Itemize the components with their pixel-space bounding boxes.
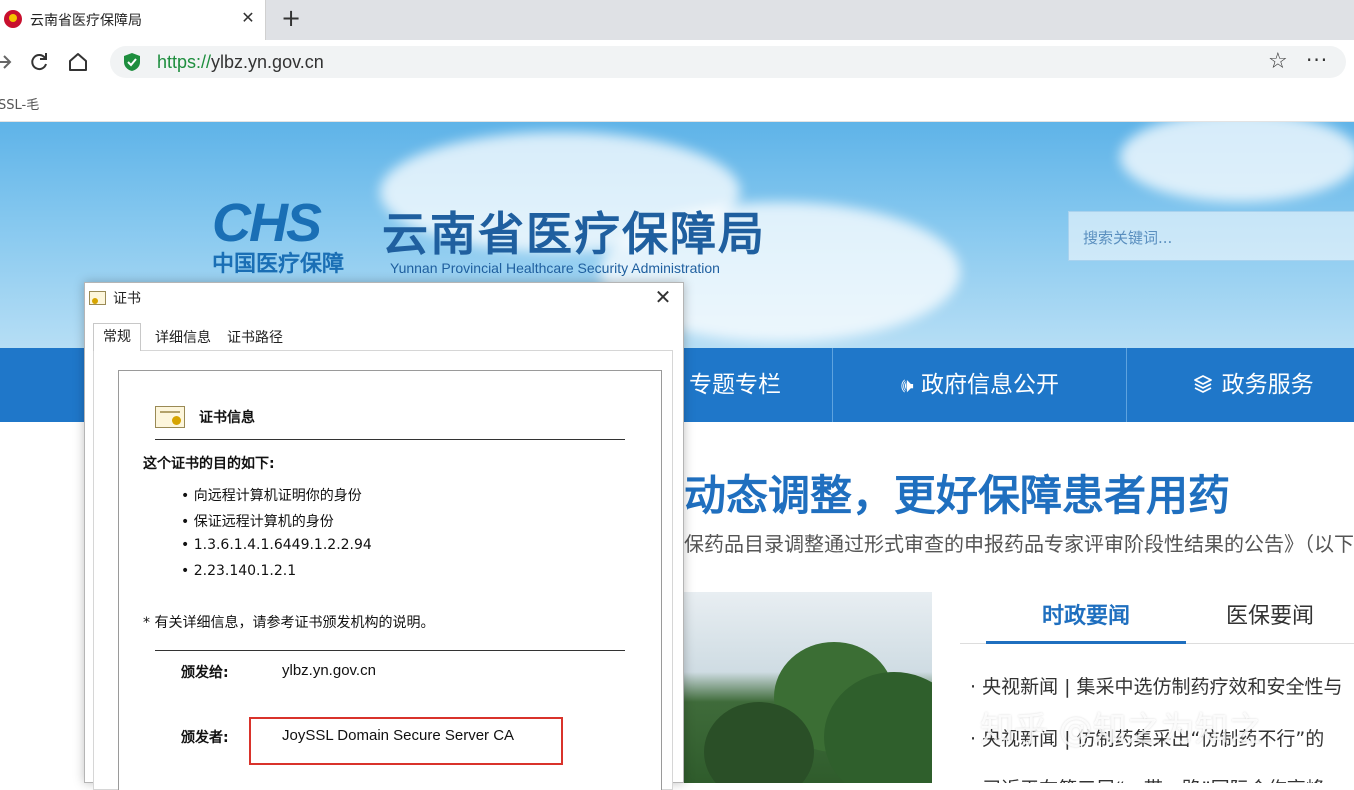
- certificate-icon: [155, 406, 185, 428]
- nav-item-label: 政府信息公开: [920, 372, 1059, 398]
- url-scheme: https://: [157, 52, 212, 72]
- issued-to-value: ylbz.yn.gov.cn: [282, 662, 376, 679]
- news-subheadline: 保药品目录调整通过形式审查的申报药品专家评审阶段性结果的公告》（以下: [684, 532, 1354, 556]
- divider: [155, 439, 625, 440]
- purpose-item: • 1.3.6.1.4.1.6449.1.2.2.94: [181, 537, 372, 553]
- address-url[interactable]: https://ylbz.yn.gov.cn: [157, 52, 324, 73]
- news-headline[interactable]: 动态调整，更好保障患者用药: [684, 462, 1230, 523]
- nav-item-gov-info[interactable]: 🕪 政府信息公开: [834, 348, 1126, 422]
- nav-divider: [832, 348, 833, 422]
- layers-icon: [1192, 372, 1221, 398]
- cloud-decoration: [1120, 122, 1354, 202]
- more-icon[interactable]: ···: [1306, 48, 1328, 72]
- cert-info-heading: 证书信息: [199, 410, 255, 426]
- browser-tab[interactable]: 云南省医疗保障局 ✕: [0, 0, 266, 40]
- shield-icon[interactable]: [122, 52, 142, 72]
- tab-details[interactable]: 详细信息: [151, 327, 215, 351]
- speaker-icon: 🕪: [901, 373, 914, 397]
- logo-cn-text: 中国医疗保障: [212, 252, 345, 277]
- dialog-title: 证书: [113, 291, 141, 307]
- news-photo[interactable]: [684, 592, 932, 783]
- news-list-item[interactable]: · 习近平在第三届“一带一路”国际合作高峰: [970, 774, 1325, 783]
- purpose-item: • 保证远程计算机的身份: [181, 514, 334, 530]
- browser-toolbar: https://ylbz.yn.gov.cn ☆ ···: [0, 40, 1354, 84]
- dialog-tab-panel: 证书信息 这个证书的目的如下: • 向远程计算机证明你的身份 • 保证远程计算机…: [93, 350, 673, 790]
- purpose-title: 这个证书的目的如下:: [143, 456, 275, 472]
- browser-tab-strip: 云南省医疗保障局 ✕ +: [0, 0, 1354, 40]
- zhihu-watermark: 知乎 @知之为知之: [980, 710, 1263, 750]
- tab-general[interactable]: 常规: [93, 323, 141, 351]
- tab-cert-path[interactable]: 证书路径: [223, 327, 287, 351]
- home-icon[interactable]: [66, 50, 90, 74]
- back-icon[interactable]: [0, 50, 16, 74]
- dialog-close-button[interactable]: ✕: [651, 285, 675, 309]
- nav-item-gov-services[interactable]: 政务服务: [1128, 348, 1354, 422]
- issued-to-label: 颁发给:: [181, 665, 229, 681]
- certificate-info-box: 证书信息 这个证书的目的如下: • 向远程计算机证明你的身份 • 保证远程计算机…: [118, 370, 662, 790]
- address-bar[interactable]: https://ylbz.yn.gov.cn ☆ ···: [110, 46, 1346, 78]
- news-tabs: 时政要闻 医保要闻: [960, 592, 1354, 644]
- tab-title: 云南省医疗保障局: [30, 13, 142, 29]
- issued-by-label: 颁发者:: [181, 730, 229, 746]
- highlight-box: [249, 717, 563, 765]
- new-tab-button[interactable]: +: [278, 6, 304, 32]
- site-subtitle: Yunnan Provincial Healthcare Security Ad…: [390, 260, 720, 276]
- nav-divider: [1126, 348, 1127, 422]
- dialog-tabs: 常规 详细信息 证书路径: [85, 323, 685, 351]
- favorites-bar: SSL-毛: [0, 84, 1354, 122]
- refresh-icon[interactable]: [27, 50, 51, 74]
- certificate-icon: [89, 291, 106, 305]
- government-emblem-icon: [4, 10, 22, 28]
- news-list-item[interactable]: · 央视新闻 | 集采中选仿制药疗效和安全性与: [970, 672, 1343, 699]
- purpose-item: • 2.23.140.1.2.1: [181, 563, 297, 579]
- url-host: ylbz.yn.gov.cn: [211, 52, 324, 72]
- site-search-input[interactable]: 搜索关键词...: [1068, 211, 1354, 261]
- star-icon[interactable]: ☆: [1268, 49, 1288, 74]
- tab-close-button[interactable]: ✕: [238, 8, 258, 28]
- details-note: * 有关详细信息，请参考证书颁发机构的说明。: [143, 615, 435, 631]
- tab-current-affairs[interactable]: 时政要闻: [986, 592, 1186, 644]
- purpose-item: • 向远程计算机证明你的身份: [181, 488, 362, 504]
- tab-healthcare-news[interactable]: 医保要闻: [1186, 592, 1354, 644]
- divider: [155, 650, 625, 651]
- nav-item-label: 政务服务: [1221, 372, 1314, 398]
- chs-logo: CHS: [212, 193, 322, 253]
- certificate-dialog: 证书 ✕ 证书信息 这个证书的目的如下: • 向远程计算机证明你的身份 • 保证…: [84, 282, 685, 790]
- search-placeholder: 搜索关键词...: [1083, 229, 1173, 247]
- favorites-item[interactable]: SSL-毛: [0, 94, 39, 113]
- site-title: 云南省医疗保障局: [382, 207, 766, 261]
